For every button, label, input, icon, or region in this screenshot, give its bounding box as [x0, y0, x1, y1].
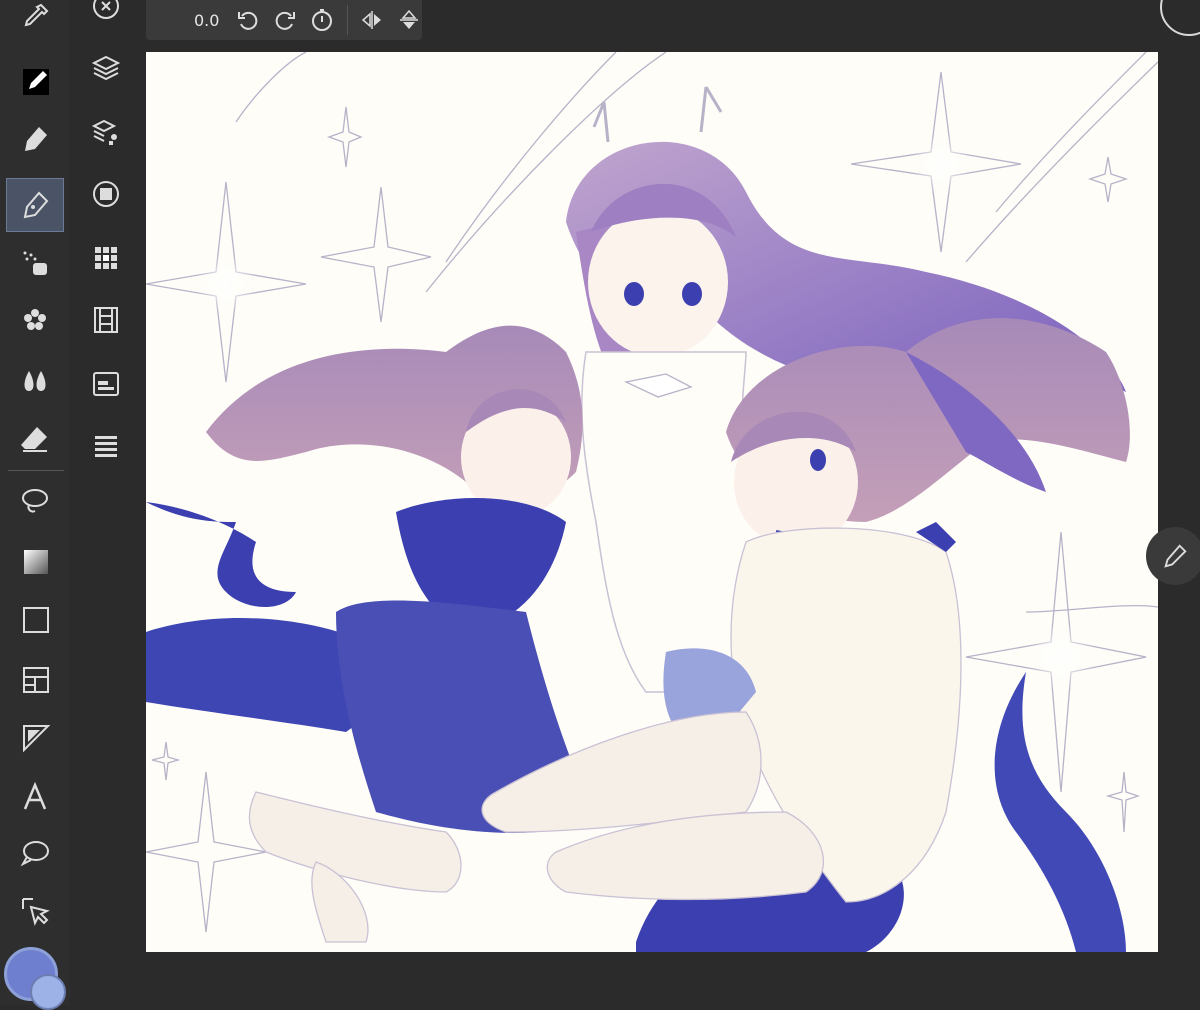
eyedropper-icon: [24, 3, 49, 27]
blend-drops-icon: [24, 371, 46, 391]
toolbar-divider: [346, 5, 348, 35]
speech-balloon-icon: [20, 841, 49, 867]
selection-lasso-tool[interactable]: [6, 474, 64, 528]
pen-tool[interactable]: [6, 112, 64, 166]
gradient-tool[interactable]: [6, 534, 64, 588]
canvas-rotation-toolbar: 0.0: [146, 0, 422, 40]
reset-rotation-icon: [312, 9, 333, 31]
balloon-tool[interactable]: [6, 826, 64, 880]
drawing-canvas[interactable]: [146, 52, 1158, 952]
pencil-nib-icon: [23, 191, 49, 219]
grid-icon: [95, 247, 117, 269]
timeline-button[interactable]: [88, 302, 124, 338]
tool-divider: [8, 470, 64, 471]
lasso-icon: [22, 489, 48, 513]
layer-property-icon: [91, 119, 117, 145]
pen-nib-icon: [25, 127, 47, 151]
airbrush-tool[interactable]: [6, 236, 64, 290]
tool-property-button[interactable]: [88, 176, 124, 212]
list-icon: [95, 436, 117, 457]
flower-icon: [24, 309, 46, 330]
film-icon: [94, 307, 118, 333]
sub-tool-button[interactable]: [88, 240, 124, 276]
eyedropper-tool[interactable]: [6, 0, 64, 44]
menu-list-button[interactable]: [88, 428, 124, 464]
rotate-left-button[interactable]: [235, 7, 260, 33]
pencil-float-button[interactable]: [1146, 527, 1200, 585]
airbrush-icon: [23, 251, 47, 275]
frame-icon: [23, 667, 49, 693]
layers-icon: [91, 55, 121, 81]
pencil-icon: [1164, 544, 1187, 568]
circle-square-icon: [93, 181, 119, 207]
arrow-pointer-icon: [22, 898, 50, 926]
panel-icon: [93, 372, 119, 396]
ruler-tool[interactable]: [6, 710, 64, 764]
layer-button[interactable]: [88, 50, 124, 86]
frame-border-tool[interactable]: [6, 652, 64, 706]
rotation-value[interactable]: 0.0: [194, 11, 223, 30]
close-canvas-button[interactable]: [1160, 0, 1200, 36]
eraser-tool[interactable]: [6, 412, 64, 466]
rotate-left-icon: [237, 11, 257, 30]
compass-icon: [93, 0, 119, 19]
layer-property-button[interactable]: [88, 114, 124, 150]
rotate-right-button[interactable]: [272, 7, 297, 33]
rectangle-icon: [23, 607, 49, 633]
tool-palette: [0, 0, 70, 1010]
material-button[interactable]: [88, 366, 124, 402]
flip-vertical-icon: [400, 9, 419, 29]
brush-icon: [23, 69, 49, 95]
figure-tool[interactable]: [6, 592, 64, 646]
reset-rotation-button[interactable]: [309, 7, 334, 33]
text-tool[interactable]: [6, 770, 64, 824]
ruler-triangle-icon: [23, 725, 51, 753]
flip-vertical-button[interactable]: [397, 7, 422, 33]
palette-bar: [70, 0, 140, 1005]
artwork-illustration: [146, 52, 1158, 952]
navigator-button[interactable]: [88, 0, 124, 24]
text-icon: [23, 781, 47, 810]
eraser-icon: [21, 427, 47, 452]
decoration-tool[interactable]: [6, 294, 64, 348]
gradient-icon: [24, 550, 48, 574]
flip-horizontal-button[interactable]: [360, 7, 385, 33]
rotate-right-icon: [275, 11, 295, 30]
flip-horizontal-icon: [362, 11, 382, 29]
blend-tool[interactable]: [6, 354, 64, 408]
pencil-tool[interactable]: [6, 178, 64, 232]
operation-tool[interactable]: [6, 884, 64, 938]
brush-tool[interactable]: [6, 52, 64, 106]
